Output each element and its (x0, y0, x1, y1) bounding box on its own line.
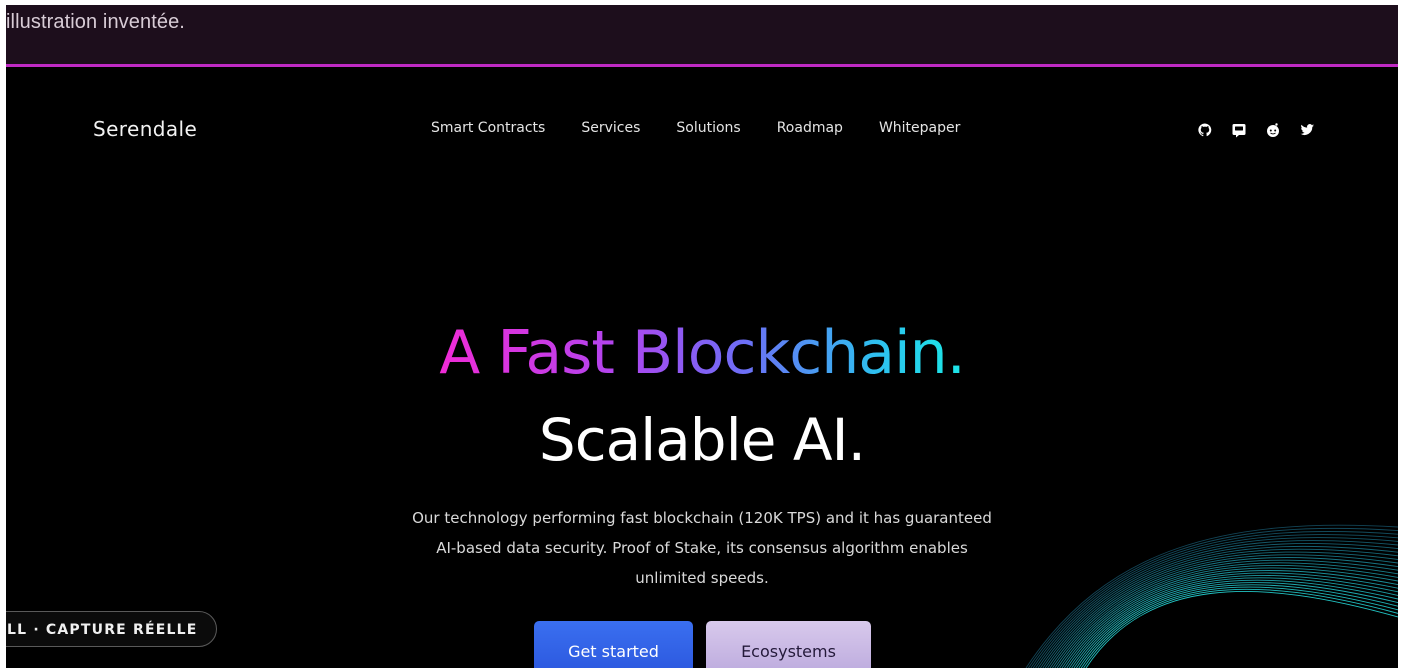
capture-badge: LL · CAPTURE RÉELLE (6, 611, 217, 647)
social-links (1196, 121, 1316, 139)
wave-line (1049, 554, 1398, 668)
reddit-icon[interactable] (1264, 121, 1282, 139)
nav-item-whitepaper[interactable]: Whitepaper (879, 120, 960, 136)
main-nav: Smart Contracts Services Solutions Roadm… (431, 120, 996, 136)
wave-lines-decoration (1025, 524, 1398, 668)
get-started-button[interactable]: Get started (534, 621, 693, 668)
hero-headline-gradient: A Fast Blockchain (439, 318, 948, 388)
site-logo[interactable]: Serendale (93, 117, 197, 141)
twitter-icon[interactable] (1298, 121, 1316, 139)
nav-item-roadmap[interactable]: Roadmap (777, 120, 843, 136)
ecosystems-button[interactable]: Ecosystems (706, 621, 871, 668)
wave-line (1025, 524, 1398, 668)
hero-description-line: Our technology performing fast blockchai… (412, 509, 992, 527)
wave-line (1085, 591, 1398, 668)
wave-line (1028, 527, 1398, 668)
hero-headline-dot: . (946, 318, 966, 388)
website-page: Serendale Smart Contracts Services Solut… (6, 67, 1398, 668)
nav-item-smart-contracts[interactable]: Smart Contracts (431, 120, 545, 136)
wave-line (1056, 562, 1398, 668)
github-icon[interactable] (1196, 121, 1214, 139)
banner-text: illustration inventée. (6, 11, 185, 33)
hero-subheadline: Scalable AI. (538, 406, 866, 474)
screenshot-frame: illustration inventée. Serendale Smart C… (6, 5, 1398, 668)
wave-line (1080, 586, 1398, 668)
hero-description: Our technology performing fast blockchai… (352, 503, 1052, 593)
nav-item-services[interactable]: Services (581, 120, 640, 136)
hero-description-line: unlimited speeds. (635, 569, 769, 587)
hero-description-line: AI-based data security. Proof of Stake, … (436, 539, 968, 557)
nav-item-solutions[interactable]: Solutions (676, 120, 740, 136)
top-banner: illustration inventée. (6, 5, 1398, 67)
hero-headline: A Fast Blockchain. (6, 317, 1398, 389)
wave-line (1059, 565, 1398, 668)
discord-icon[interactable] (1230, 121, 1248, 139)
